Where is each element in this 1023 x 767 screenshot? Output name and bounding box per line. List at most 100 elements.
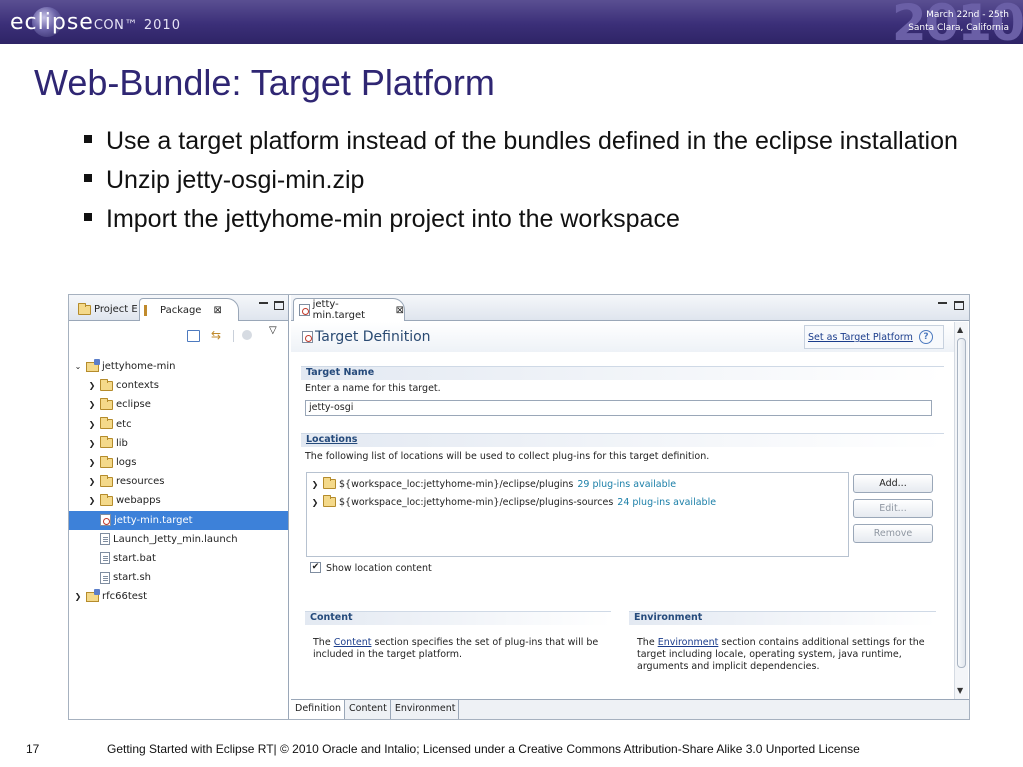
view-menu-icon[interactable]: ▽ (269, 325, 282, 337)
expand-chevron-icon[interactable]: ❯ (310, 498, 320, 507)
eclipsecon-logo: eclipseCON™ 2010 (10, 6, 181, 38)
vertical-scrollbar[interactable]: ▲ ▼ (954, 322, 968, 699)
tree-item-label: resources (116, 476, 165, 488)
chevron-right-icon[interactable]: ❯ (87, 496, 97, 505)
section-environment-heading[interactable]: Environment (629, 611, 936, 625)
folder-icon (323, 495, 336, 507)
scroll-down-icon[interactable]: ▼ (957, 686, 963, 695)
tree-item[interactable]: ❯ resources (69, 472, 288, 491)
tree-item[interactable]: ❯ etc (69, 415, 288, 434)
minimize-view-icon[interactable] (259, 301, 268, 304)
package-explorer-view: Project E Package ⊠ ⇆ ▽ ⌄ jettyhome-min ❯ c… (69, 295, 289, 719)
chevron-right-icon[interactable]: ❯ (87, 420, 97, 429)
form-header: Target Definition Set as Target Platform… (291, 322, 955, 352)
tree-item[interactable]: ❯ webapps (69, 491, 288, 510)
scrollbar-thumb[interactable] (957, 338, 966, 668)
tree-item-label: start.bat (113, 552, 156, 564)
tree-item[interactable]: start.bat (69, 549, 288, 568)
collapse-all-icon[interactable] (187, 330, 200, 342)
folder-icon (100, 378, 113, 391)
editor-tab-bar: jetty-min.target ⊠ (291, 295, 969, 321)
tab-definition[interactable]: Definition (291, 700, 346, 719)
bullet-item: Use a target platform instead of the bun… (84, 124, 984, 158)
section-content-heading[interactable]: Content (305, 611, 611, 625)
target-name-input[interactable]: jetty-osgi (305, 400, 932, 416)
project-icon (86, 588, 100, 602)
tree-item[interactable]: start.sh (69, 568, 288, 587)
tree-item[interactable]: ❯ eclipse (69, 395, 288, 414)
package-explorer-icon (144, 304, 156, 316)
logo-con: CON (93, 17, 125, 33)
tab-project-explorer[interactable]: Project E (71, 298, 142, 321)
logo-wordmark: eclipseCON™ 2010 (10, 9, 181, 35)
tab-content[interactable]: Content (345, 700, 391, 719)
scroll-up-icon[interactable]: ▲ (957, 325, 963, 334)
folder-icon (100, 474, 113, 487)
chevron-right-icon[interactable]: ❯ (87, 400, 97, 409)
eclipse-workbench-screenshot: Project E Package ⊠ ⇆ ▽ ⌄ jettyhome-min ❯ c… (68, 294, 970, 720)
locations-description: The following list of locations will be … (305, 451, 710, 462)
maximize-editor-icon[interactable] (954, 301, 964, 310)
slide-number: 17 (26, 742, 40, 756)
slide-title: Web-Bundle: Target Platform (34, 62, 495, 103)
set-as-target-platform-link[interactable]: Set as Target Platform (808, 332, 913, 343)
bullet-list: Use a target platform instead of the bun… (84, 124, 984, 241)
banner-big-year: 2010 (891, 0, 1023, 44)
tree-item[interactable]: jetty-min.target (69, 510, 288, 530)
location-row[interactable]: ❯ ${workspace_loc:jettyhome-min}/eclipse… (307, 476, 676, 492)
chevron-right-icon[interactable]: ❯ (87, 381, 97, 390)
close-tab-icon[interactable]: ⊠ (396, 305, 404, 316)
help-icon[interactable]: ? (919, 330, 933, 344)
locations-list: ❯ ${workspace_loc:jettyhome-min}/eclipse… (306, 472, 849, 557)
tree-item-label: rfc66test (102, 591, 148, 603)
tree-item-label: logs (116, 457, 137, 469)
chevron-right-icon[interactable]: ❯ (87, 477, 97, 486)
conference-banner: eclipseCON™ 2010 2010 March 22nd - 25th S… (0, 0, 1023, 44)
tree-item[interactable]: ❯ rfc66test (69, 587, 288, 606)
tree-item-label: webapps (116, 495, 161, 507)
edit-location-button[interactable]: Edit... (853, 499, 933, 518)
section-locations-heading[interactable]: Locations (301, 433, 944, 447)
target-definition-icon (302, 331, 313, 343)
logo-main: eclipse (10, 9, 94, 35)
toolbar-separator (233, 330, 234, 342)
folder-icon (100, 455, 113, 468)
view-toolbar: ⇆ ▽ (69, 321, 288, 351)
link-with-editor-icon[interactable]: ⇆ (211, 328, 224, 342)
event-place: Santa Clara, California (908, 23, 1009, 33)
target-file-icon (100, 514, 111, 527)
content-description: The Content section specifies the set of… (313, 637, 599, 660)
logo-year: 2010 (143, 17, 181, 33)
tree-item[interactable]: ⌄ jettyhome-min (69, 357, 288, 376)
tab-environment[interactable]: Environment (391, 700, 460, 719)
chevron-down-icon[interactable]: ⌄ (73, 362, 83, 371)
tree-item[interactable]: ❯ lib (69, 434, 288, 453)
close-tab-icon[interactable]: ⊠ (213, 305, 221, 316)
show-location-content-checkbox[interactable]: ✔ (310, 562, 321, 573)
filter-icon[interactable] (242, 330, 252, 340)
tree-item[interactable]: ❯ logs (69, 453, 288, 472)
slide-footer: Getting Started with Eclipse RT| © 2010 … (107, 742, 860, 756)
tree-item[interactable]: ❯ contexts (69, 376, 288, 395)
tree-item-label: etc (116, 418, 132, 430)
remove-location-button[interactable]: Remove (853, 524, 933, 543)
chevron-right-icon[interactable]: ❯ (87, 439, 97, 448)
tree-item-label: Launch_Jetty_min.launch (113, 533, 238, 545)
folder-icon (100, 493, 113, 506)
environment-link[interactable]: Environment (658, 637, 719, 648)
tree-item-label: contexts (116, 380, 159, 392)
add-location-button[interactable]: Add... (853, 474, 933, 493)
tab-jetty-min-target[interactable]: jetty-min.target ⊠ (293, 298, 405, 321)
expand-chevron-icon[interactable]: ❯ (310, 480, 320, 489)
tab-package-explorer[interactable]: Package ⊠ (139, 298, 239, 321)
chevron-right-icon[interactable]: ❯ (87, 458, 97, 467)
location-row[interactable]: ❯ ${workspace_loc:jettyhome-min}/eclipse… (307, 494, 716, 510)
section-target-name-heading[interactable]: Target Name (301, 366, 944, 380)
tree-item[interactable]: Launch_Jetty_min.launch (69, 530, 288, 549)
maximize-view-icon[interactable] (274, 301, 284, 310)
launch-file-icon (100, 533, 110, 546)
chevron-right-icon[interactable]: ❯ (73, 592, 83, 601)
content-link[interactable]: Content (334, 637, 372, 648)
file-icon (100, 552, 110, 565)
minimize-editor-icon[interactable] (938, 301, 947, 304)
